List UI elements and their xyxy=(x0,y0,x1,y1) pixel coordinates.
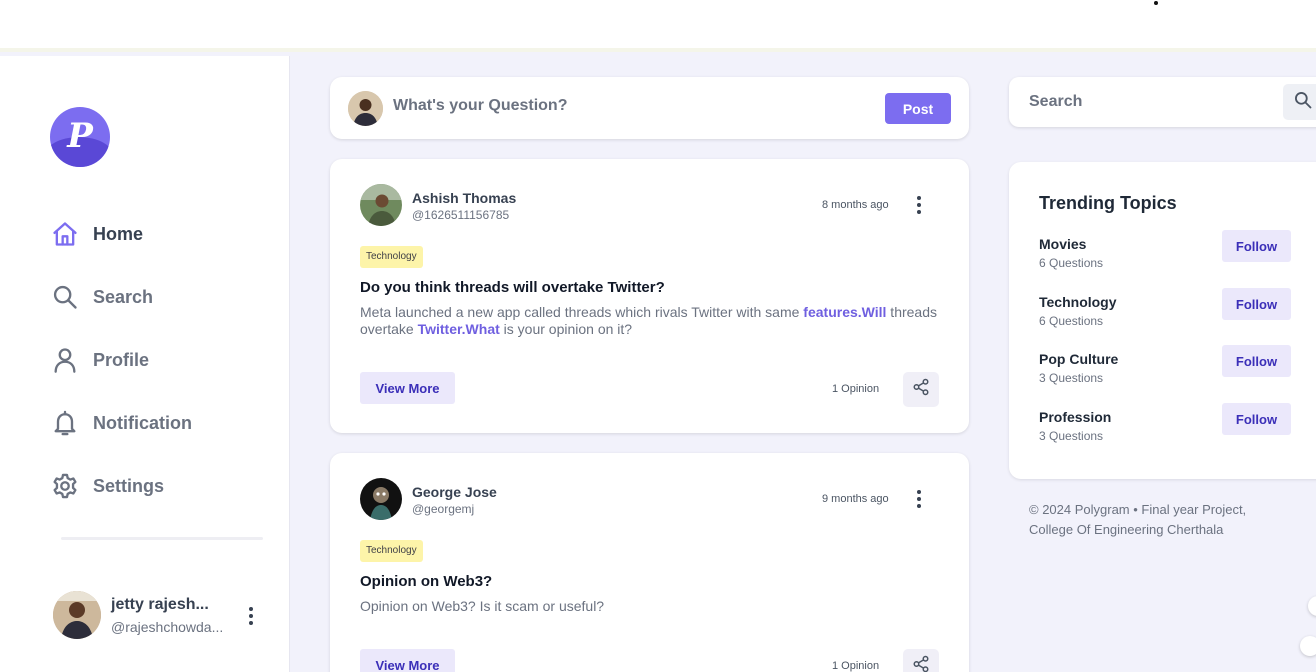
follow-button[interactable]: Follow xyxy=(1222,230,1291,262)
topic-count: 3 Questions xyxy=(1039,429,1104,443)
floating-edge-button[interactable] xyxy=(1300,636,1316,656)
nav-item-profile[interactable]: Profile xyxy=(50,342,250,378)
share-button[interactable] xyxy=(903,372,939,407)
share-icon xyxy=(912,655,930,672)
sidebar-divider xyxy=(61,537,263,540)
post-title[interactable]: Opinion on Web3? xyxy=(360,573,492,590)
more-vertical-icon[interactable] xyxy=(908,488,930,510)
author-handle: @1626511156785 xyxy=(412,208,510,222)
post-time: 9 months ago xyxy=(822,493,889,505)
author-handle: @georgemj xyxy=(412,502,475,516)
nav-item-home[interactable]: Home xyxy=(50,216,250,252)
topic-tag[interactable]: Technology xyxy=(360,246,423,268)
bell-icon xyxy=(50,408,80,438)
topic-name[interactable]: Technology xyxy=(1039,294,1117,310)
author-name[interactable]: George Jose xyxy=(412,484,497,500)
post-title[interactable]: Do you think threads will overtake Twitt… xyxy=(360,279,665,296)
home-icon xyxy=(50,219,80,249)
follow-button[interactable]: Follow xyxy=(1222,403,1291,435)
topic-count: 6 Questions xyxy=(1039,314,1104,328)
view-more-button[interactable]: View More xyxy=(360,649,455,672)
share-button[interactable] xyxy=(903,649,939,672)
search-icon xyxy=(1293,90,1313,115)
nav-label-notification: Notification xyxy=(93,412,192,433)
top-dot xyxy=(1154,1,1158,5)
share-icon xyxy=(912,378,930,401)
post-body-link[interactable]: Twitter.What xyxy=(418,321,500,337)
opinion-count[interactable]: 1 Opinion xyxy=(832,660,879,672)
nav-label-profile: Profile xyxy=(93,349,150,370)
topic-item: Technology 6 Questions Follow xyxy=(1039,288,1291,334)
search-input[interactable] xyxy=(1029,91,1269,113)
search-icon xyxy=(50,282,80,312)
logo-letter: P xyxy=(67,116,93,156)
topic-item: Movies 6 Questions Follow xyxy=(1039,230,1291,276)
author-avatar[interactable] xyxy=(360,184,402,226)
opinion-count[interactable]: 1 Opinion xyxy=(832,383,879,395)
current-user-name: jetty rajesh... xyxy=(111,596,209,613)
ask-question-input[interactable]: What's your Question? xyxy=(393,97,567,115)
post-body-text: Meta launched a new app called threads w… xyxy=(360,304,804,320)
ask-user-avatar xyxy=(348,91,383,126)
topic-item: Profession 3 Questions Follow xyxy=(1039,403,1291,449)
gear-icon xyxy=(50,471,80,501)
view-more-button[interactable]: View More xyxy=(360,372,455,404)
post-time: 8 months ago xyxy=(822,199,889,211)
nav-item-settings[interactable]: Settings xyxy=(50,468,250,504)
topic-count: 6 Questions xyxy=(1039,256,1104,270)
nav-item-search[interactable]: Search xyxy=(50,279,250,315)
post-button[interactable]: Post xyxy=(885,93,951,124)
author-name[interactable]: Ashish Thomas xyxy=(412,190,516,206)
more-vertical-icon[interactable] xyxy=(908,194,930,216)
ask-question-box: What's your Question? Post xyxy=(330,77,969,139)
current-user-avatar[interactable] xyxy=(53,591,101,639)
post-body-text: is your opinion on it? xyxy=(499,321,633,337)
topic-name[interactable]: Profession xyxy=(1039,409,1111,425)
nav-label-search: Search xyxy=(93,286,154,307)
current-user-handle: @rajeshchowda... xyxy=(111,619,224,635)
app-logo[interactable]: P xyxy=(50,107,110,167)
nav-label-settings: Settings xyxy=(93,475,165,496)
post-card: Ashish Thomas @1626511156785 8 months ag… xyxy=(330,159,969,433)
search-box xyxy=(1009,77,1316,127)
follow-button[interactable]: Follow xyxy=(1222,345,1291,377)
more-vertical-icon[interactable] xyxy=(240,605,262,627)
floating-edge-button[interactable] xyxy=(1308,596,1316,616)
follow-button[interactable]: Follow xyxy=(1222,288,1291,320)
footer-credits: © 2024 Polygram • Final year Project, Co… xyxy=(1029,502,1247,537)
post-body: Opinion on Web3? Is it scam or useful? xyxy=(360,598,605,614)
trending-topics-panel: Trending Topics Movies 6 Questions Follo… xyxy=(1009,162,1316,479)
trending-title: Trending Topics xyxy=(1039,193,1177,213)
topic-name[interactable]: Pop Culture xyxy=(1039,351,1118,367)
nav-item-notification[interactable]: Notification xyxy=(50,405,250,441)
nav-label-home: Home xyxy=(93,223,144,244)
user-icon xyxy=(50,345,80,375)
search-button[interactable] xyxy=(1283,84,1316,120)
post-card: George Jose @georgemj 9 months ago Techn… xyxy=(330,453,969,672)
post-body-link[interactable]: features.Will xyxy=(803,304,886,320)
post-body: Meta launched a new app called threads w… xyxy=(360,304,940,338)
topic-name[interactable]: Movies xyxy=(1039,236,1086,252)
author-avatar[interactable] xyxy=(360,478,402,520)
sidebar: P Home Search Profile Notification Setti… xyxy=(0,56,290,672)
top-bar xyxy=(0,0,1316,52)
topic-item: Pop Culture 3 Questions Follow xyxy=(1039,345,1291,391)
topic-tag[interactable]: Technology xyxy=(360,540,423,562)
topic-count: 3 Questions xyxy=(1039,371,1104,385)
